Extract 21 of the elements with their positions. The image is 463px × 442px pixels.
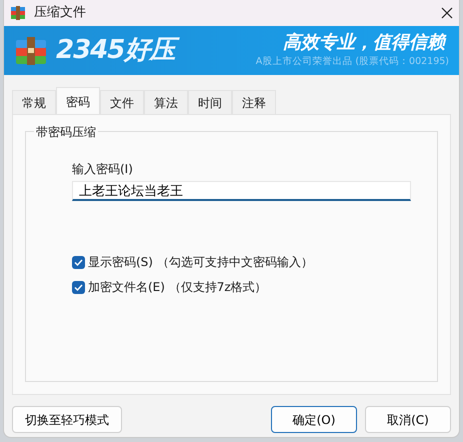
dialog-button[interactable]: 取消(C)	[365, 406, 451, 433]
checkbox[interactable]	[72, 280, 85, 294]
tab[interactable]: 文件	[100, 90, 144, 114]
dialog-button[interactable]: 确定(O)	[271, 406, 357, 433]
tab[interactable]: 算法	[144, 90, 188, 114]
password-field[interactable]: 上老王论坛当老王	[72, 181, 411, 201]
tab[interactable]: 注释	[232, 90, 276, 114]
checkbox[interactable]	[72, 256, 85, 268]
subtitle: A股上市公司荣誉出品 (股票代码：002195)	[256, 54, 449, 69]
tab[interactable]: 常规	[12, 90, 56, 114]
window-title: 压缩文件	[34, 4, 86, 22]
brand-logo-text: 2345好压	[54, 34, 180, 68]
field-label: 输入密码(I)	[72, 161, 134, 178]
tab[interactable]: 时间	[188, 90, 232, 114]
tab[interactable]: 密码	[56, 87, 100, 114]
close-icon[interactable]	[441, 7, 453, 19]
slogan: 高效专业，值得信赖	[283, 32, 448, 55]
checkbox-label[interactable]: 加密文件名(E) （仅支持7z格式）	[88, 278, 267, 296]
light-mode-button[interactable]: 切换至轻巧模式	[12, 406, 122, 433]
checkbox-label[interactable]: 显示密码(S) （勾选可支持中文密码输入）	[88, 253, 313, 271]
app-icon	[10, 5, 26, 21]
